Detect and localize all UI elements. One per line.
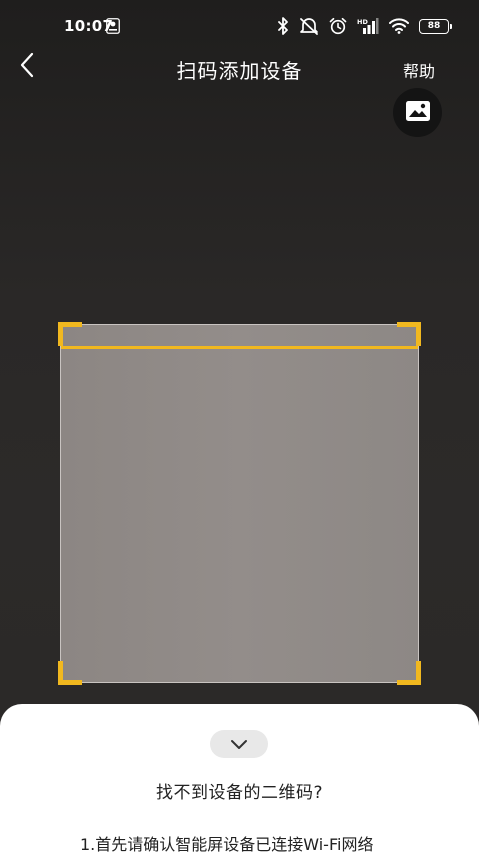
status-icons: HD 88 [277, 16, 452, 36]
scan-corner-bottom-left [58, 661, 82, 685]
album-button[interactable] [393, 88, 442, 137]
image-icon [405, 100, 431, 126]
battery-icon: 88 [419, 18, 452, 34]
alarm-icon [329, 17, 347, 35]
collapse-sheet-button[interactable] [210, 730, 268, 758]
signal-icon: HD [357, 17, 379, 35]
scan-corner-top-left [58, 322, 82, 346]
help-step-1: 1.首先请确认智能屏设备已连接Wi-Fi网络 [80, 835, 374, 854]
scan-area [60, 324, 419, 683]
status-bar: 10:07 HD 88 [0, 0, 479, 50]
battery-level: 88 [427, 20, 441, 31]
help-link[interactable]: 帮助 [403, 58, 435, 82]
app-notification-icon [106, 18, 120, 34]
help-bottom-sheet: 找不到设备的二维码? 1.首先请确认智能屏设备已连接Wi-Fi网络 [0, 704, 479, 854]
scan-qr-screen: 10:07 HD 88 扫码添加设备 帮助 找不到设备的二维码? 1.首先请确认… [0, 0, 479, 854]
bluetooth-icon [277, 17, 289, 35]
scan-line [61, 346, 418, 349]
wifi-icon [389, 18, 409, 34]
svg-text:HD: HD [357, 18, 368, 26]
chevron-down-icon [230, 735, 248, 754]
scan-corner-top-right [397, 322, 421, 346]
scan-corner-bottom-right [397, 661, 421, 685]
sheet-title: 找不到设备的二维码? [155, 783, 324, 803]
mute-icon [299, 17, 319, 35]
